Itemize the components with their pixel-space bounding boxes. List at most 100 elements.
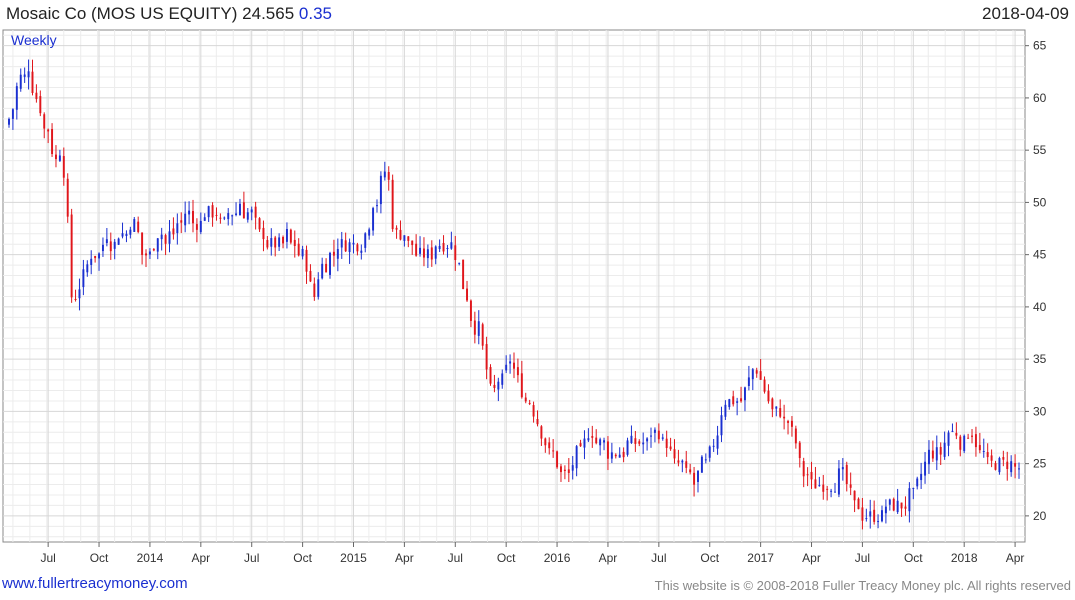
candle-body (583, 438, 586, 448)
candle-body (540, 426, 543, 439)
candle-body (262, 227, 265, 240)
candle-body (931, 450, 934, 459)
candle-body (215, 214, 218, 216)
candle-body (834, 491, 836, 493)
candle-body (152, 249, 155, 251)
candle-body (775, 406, 778, 409)
candle-body (70, 214, 73, 298)
candle-body (747, 377, 750, 387)
price-chart: 20 25 30 35 40 45 50 55 60 65 Jul Oct 2014 Apr Jul Oct 2… (2, 29, 1047, 565)
candle-body (258, 218, 261, 230)
candle-body (877, 521, 880, 523)
candle-body (916, 478, 919, 487)
candle-body (387, 172, 390, 180)
candle-body (254, 206, 257, 218)
y-tick-label: 65 (1033, 39, 1047, 53)
candle-body (790, 420, 793, 427)
candle-body (360, 250, 363, 253)
candle-body (595, 437, 598, 444)
candle-body (473, 320, 476, 335)
candle-body (908, 488, 911, 512)
candle-body (661, 437, 664, 439)
candle-body (160, 234, 163, 240)
candle-body (892, 498, 895, 511)
candle-body (274, 237, 277, 248)
candle-body (446, 248, 449, 250)
candle-body (563, 469, 566, 471)
candle-body (301, 248, 304, 257)
candle-body (755, 370, 758, 374)
candle-body (700, 456, 703, 473)
candle-body (736, 401, 739, 403)
candle-body (485, 344, 488, 370)
candle-body (1002, 457, 1005, 460)
y-tick-label: 30 (1033, 404, 1047, 418)
candle-body (904, 506, 907, 509)
candle-body (82, 269, 85, 288)
candle-body (787, 421, 790, 423)
x-tick-label: 2018 (951, 551, 978, 565)
candle-body (415, 243, 418, 256)
candle-body (309, 270, 312, 282)
candle-body (943, 442, 946, 457)
candle-body (207, 206, 210, 218)
x-tick-label: 2015 (340, 551, 367, 565)
x-tick-label: Jul (40, 551, 55, 565)
candle-body (896, 500, 899, 513)
candle-body (603, 440, 606, 443)
frequency-label: Weekly (11, 32, 57, 48)
candle-body (861, 507, 864, 521)
candle-body (188, 210, 191, 215)
candle-body (297, 243, 300, 256)
candle-body (677, 460, 680, 463)
candle-body (841, 467, 844, 470)
candle-body (8, 118, 10, 125)
candle-body (771, 398, 774, 410)
candle-body (477, 321, 480, 336)
candle-body (505, 364, 508, 371)
candle-body (646, 438, 649, 442)
candle-body (1014, 463, 1017, 467)
candle-body (129, 229, 132, 235)
candle-body (986, 452, 989, 458)
candle-body (227, 213, 230, 220)
x-tick-label: Apr (802, 551, 821, 565)
candle-body (939, 446, 942, 455)
candle-body (109, 241, 112, 252)
candle-body (489, 367, 492, 384)
candle-body (740, 398, 743, 402)
candle-body (148, 251, 151, 255)
candle-body (11, 109, 14, 119)
candle-body (826, 488, 829, 490)
candle-body (289, 229, 292, 243)
candle-body (27, 71, 30, 78)
candle-body (657, 430, 660, 440)
site-link[interactable]: www.fullertreacymoney.com (2, 575, 188, 592)
candle-body (599, 439, 602, 446)
candle-body (743, 387, 746, 401)
candle-body (618, 454, 621, 458)
candle-body (340, 239, 343, 248)
candle-body (105, 239, 108, 244)
candle-body (971, 435, 974, 437)
candle-body (164, 235, 167, 244)
candle-body (528, 402, 531, 404)
x-tick-label: Jul (244, 551, 259, 565)
candle-body (168, 231, 171, 244)
candle-body (697, 470, 699, 482)
candle-body (920, 473, 923, 481)
candle-body (673, 449, 676, 459)
candle-body (305, 249, 308, 272)
candle-body (278, 237, 281, 247)
candle-body (924, 461, 927, 476)
candle-body (458, 262, 461, 264)
candle-body (419, 247, 422, 254)
candle-body (959, 436, 962, 450)
candle-body (219, 217, 222, 219)
candle-body (141, 232, 144, 255)
candle-body (19, 74, 22, 89)
candle-body (579, 443, 582, 447)
candle-body (101, 244, 104, 252)
candle-body (462, 259, 465, 290)
candle-body (368, 229, 371, 236)
